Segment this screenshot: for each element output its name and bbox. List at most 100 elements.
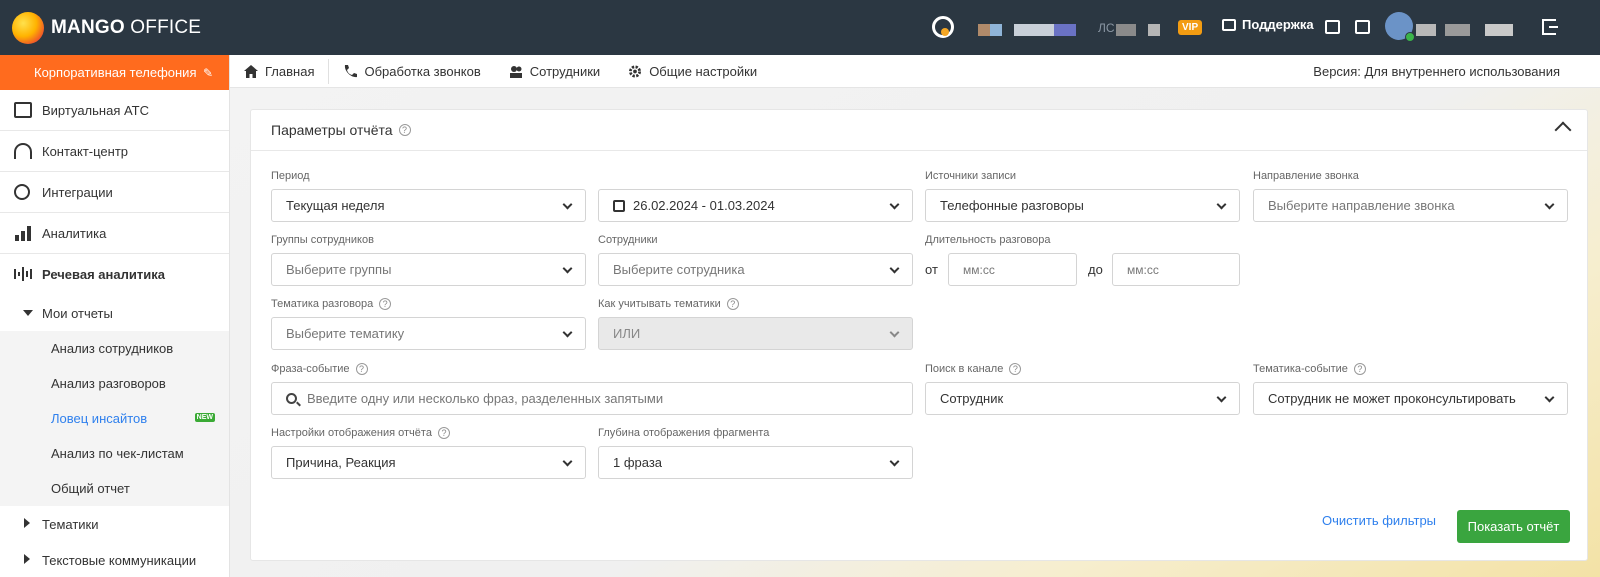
chevron-down-icon xyxy=(889,263,900,274)
date-range-picker[interactable]: 26.02.2024 - 01.03.2024 xyxy=(598,189,913,222)
logo[interactable]: MANGO OFFICE xyxy=(12,11,202,44)
blurred-info xyxy=(1054,24,1076,36)
sub-navigation: Главная Обработка звонков Сотрудники Общ… xyxy=(230,55,1600,88)
nav-call-processing[interactable]: Обработка звонков xyxy=(329,55,494,88)
users-icon xyxy=(509,65,523,78)
period-select[interactable]: Текущая неделя xyxy=(271,189,586,222)
help-icon[interactable]: ? xyxy=(379,298,392,311)
direction-select[interactable]: Выберите направление звонка xyxy=(1253,189,1568,222)
chevron-down-icon xyxy=(1216,392,1227,403)
sidebar-group-my-reports[interactable]: Мои отчеты xyxy=(0,295,229,331)
card-title: Параметры отчёта xyxy=(271,122,393,138)
blurred-info xyxy=(1416,24,1436,36)
help-icon[interactable]: ? xyxy=(726,298,739,311)
version-label: Версия: Для внутреннего использования xyxy=(1313,64,1560,79)
sidebar-item-analytics[interactable]: Аналитика xyxy=(0,213,229,254)
depth-select[interactable]: 1 фраза xyxy=(598,446,913,479)
sources-select[interactable]: Телефонные разговоры xyxy=(925,189,1240,222)
topic-event-label: Тематика-событие? xyxy=(1253,363,1366,376)
fax-icon xyxy=(14,102,32,118)
logo-text: MANGO OFFICE xyxy=(51,16,202,38)
nav-home[interactable]: Главная xyxy=(230,55,328,88)
sidebar-item-speech-analytics[interactable]: Речевая аналитика xyxy=(0,254,229,295)
vip-badge: VIP xyxy=(1178,20,1203,35)
sidebar-group-text-comms[interactable]: Текстовые коммуникации xyxy=(0,542,229,577)
chevron-down-icon xyxy=(562,456,573,467)
search-icon xyxy=(286,393,297,404)
duration-label: Длительность разговора xyxy=(925,234,1051,246)
sidebar-report-general[interactable]: Общий отчет xyxy=(0,471,229,506)
employees-label: Сотрудники xyxy=(598,234,658,246)
topic-mode-select[interactable]: ИЛИ xyxy=(598,317,913,350)
sidebar: Корпоративная телефония ✎ Виртуальная АТ… xyxy=(0,55,230,577)
sidebar-report-checklists[interactable]: Анализ по чек-листам xyxy=(0,436,229,471)
sidebar-report-insights[interactable]: Ловец инсайтов NEW xyxy=(0,401,229,436)
pencil-icon[interactable]: ✎ xyxy=(203,66,215,80)
topic-label: Тематика разговора? xyxy=(271,298,392,311)
caret-right-icon xyxy=(24,518,30,528)
topic-event-select[interactable]: Сотрудник не может проконсультировать xyxy=(1253,382,1568,415)
sources-label: Источники записи xyxy=(925,170,1017,182)
phrase-search-input[interactable]: Введите одну или несколько фраз, разделе… xyxy=(271,382,913,415)
chevron-down-icon xyxy=(562,327,573,338)
blurred-info xyxy=(1014,24,1054,36)
calendar-icon xyxy=(613,199,625,212)
help-icon[interactable]: ? xyxy=(1353,363,1366,376)
chevron-down-icon xyxy=(889,327,900,338)
sidebar-report-conversations[interactable]: Анализ разговоров xyxy=(0,366,229,401)
period-label: Период xyxy=(271,170,310,182)
duration-to-input[interactable]: мм:сс xyxy=(1112,253,1240,286)
topic-select[interactable]: Выберите тематику xyxy=(271,317,586,350)
nav-employees[interactable]: Сотрудники xyxy=(495,55,614,88)
operator-status-icon[interactable] xyxy=(932,16,954,38)
sidebar-group-themes[interactable]: Тематики xyxy=(0,506,229,542)
blurred-info xyxy=(1148,24,1160,36)
groups-label: Группы сотрудников xyxy=(271,234,374,246)
blurred-info xyxy=(990,24,1002,36)
bar-chart-icon xyxy=(14,225,32,241)
show-report-button[interactable]: Показать отчёт xyxy=(1457,510,1570,543)
sidebar-item-virtual-pbx[interactable]: Виртуальная АТС xyxy=(0,90,229,131)
groups-select[interactable]: Выберите группы xyxy=(271,253,586,286)
help-icon[interactable]: ? xyxy=(437,427,450,440)
chevron-down-icon xyxy=(1544,199,1555,210)
blurred-info xyxy=(1485,24,1513,36)
monitor-icon[interactable] xyxy=(1325,20,1340,34)
chevron-down-icon xyxy=(889,456,900,467)
account-label: ЛС xyxy=(1098,21,1115,35)
chevron-down-icon xyxy=(562,263,573,274)
channel-select[interactable]: Сотрудник xyxy=(925,382,1240,415)
nav-general-settings[interactable]: Общие настройки xyxy=(614,55,771,88)
mango-logo-icon xyxy=(12,11,44,44)
display-settings-label: Настройки отображения отчёта? xyxy=(271,427,450,440)
sidebar-header[interactable]: Корпоративная телефония ✎ xyxy=(0,55,229,90)
logout-icon[interactable] xyxy=(1542,19,1558,35)
duration-from-input[interactable]: мм:сс xyxy=(948,253,1077,286)
help-icon[interactable]: ? xyxy=(355,363,368,376)
topic-mode-label: Как учитывать тематики? xyxy=(598,298,739,311)
help-icon[interactable]: ? xyxy=(398,124,411,136)
support-button[interactable]: Поддержка xyxy=(1222,17,1314,32)
sidebar-report-employees[interactable]: Анализ сотрудников xyxy=(0,331,229,366)
book-icon[interactable] xyxy=(1355,20,1370,34)
help-icon[interactable]: ? xyxy=(1009,363,1022,376)
sidebar-item-contact-center[interactable]: Контакт-центр xyxy=(0,131,229,172)
chat-icon xyxy=(1222,18,1236,31)
headset-icon xyxy=(14,143,32,159)
avatar[interactable] xyxy=(1385,12,1415,42)
clear-filters-button[interactable]: Очистить фильтры xyxy=(1322,513,1436,528)
card-header[interactable]: Параметры отчёта ? xyxy=(251,110,1587,151)
integrations-icon xyxy=(14,184,30,200)
employees-select[interactable]: Выберите сотрудника xyxy=(598,253,913,286)
chevron-up-icon[interactable] xyxy=(1554,121,1572,139)
blurred-info xyxy=(1116,24,1136,36)
new-badge: NEW xyxy=(194,413,215,422)
chevron-down-icon xyxy=(889,199,900,210)
waveform-icon xyxy=(14,266,32,282)
sidebar-item-integrations[interactable]: Интеграции xyxy=(0,172,229,213)
channel-label: Поиск в канале? xyxy=(925,363,1022,376)
display-settings-select[interactable]: Причина, Реакция xyxy=(271,446,586,479)
from-label: от xyxy=(925,262,938,277)
caret-down-icon xyxy=(23,310,33,316)
direction-label: Направление звонка xyxy=(1253,170,1359,182)
